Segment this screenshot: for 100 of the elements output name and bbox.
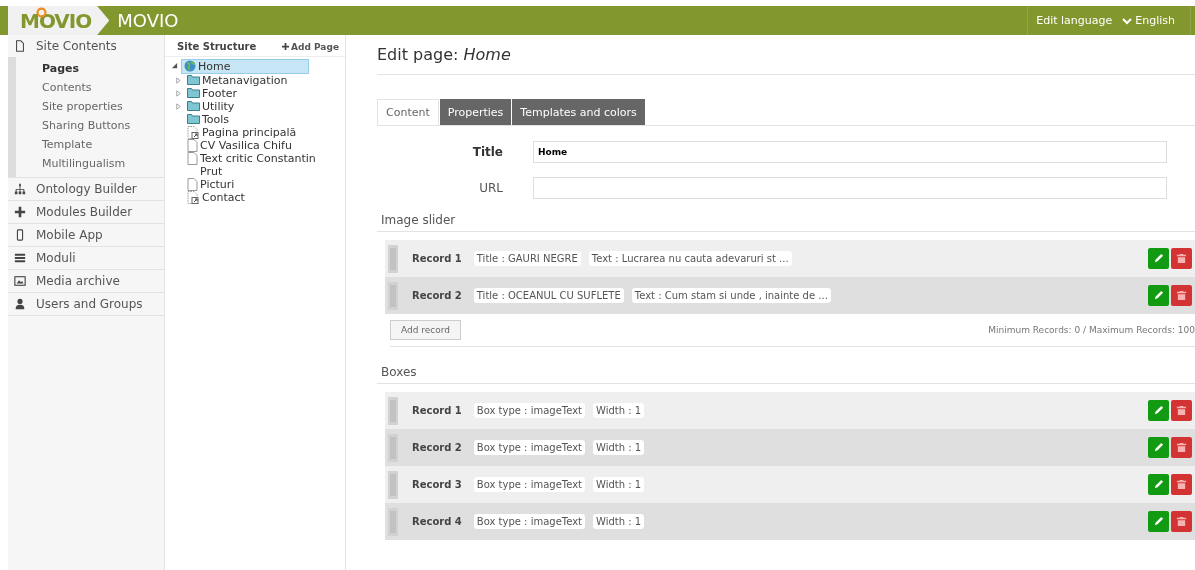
record-field-chip: Box type : imageText <box>473 477 586 492</box>
tree-item[interactable]: Pagina principală <box>185 126 299 139</box>
delete-button[interactable] <box>1171 248 1192 269</box>
delete-button[interactable] <box>1171 511 1192 532</box>
record-field-chip: Box type : imageText <box>473 440 586 455</box>
trash-icon <box>1176 405 1187 416</box>
plus-icon <box>14 206 26 218</box>
field-label: Title <box>471 145 504 159</box>
sidebar-section[interactable]: Site Contents <box>8 35 164 57</box>
record-field-chip: Width : 1 <box>593 440 645 455</box>
record-field-chip: Text : Lucrarea nu cauta adevaruri st ... <box>588 251 792 266</box>
tab[interactable]: Properties <box>439 99 512 125</box>
panel-title: Site Structure <box>177 41 257 52</box>
sidebar-section[interactable]: Ontology Builder <box>8 178 164 200</box>
tree-item[interactable]: Picturi <box>185 178 237 191</box>
page-icon <box>187 152 198 165</box>
trash-icon <box>1176 290 1187 301</box>
record-field-chip: Text : Cum stam si unde , inainte de ... <box>631 288 831 303</box>
tree-item[interactable]: Home <box>181 59 309 74</box>
record-field-chip: Width : 1 <box>593 477 645 492</box>
edit-language-label: Edit language <box>1036 14 1113 27</box>
edit-button[interactable] <box>1148 285 1169 306</box>
edit-button[interactable] <box>1148 511 1169 532</box>
expand-arrow-icon[interactable] <box>175 90 182 97</box>
text-field[interactable]: Home <box>533 141 1167 163</box>
field-label: URL <box>478 181 504 195</box>
records-limit-text: Minimum Records: 0 / Maximum Records: 100 <box>988 325 1195 335</box>
sidebar-section[interactable]: Modules Builder <box>8 201 164 223</box>
image-icon <box>14 275 26 287</box>
drag-handle-icon[interactable] <box>388 396 398 425</box>
record-label: Record 1 <box>412 405 462 416</box>
record-field-chip: Title : GAURI NEGRE <box>473 251 581 266</box>
section-title: Boxes <box>377 365 1195 384</box>
sidebar-item[interactable]: Pages <box>16 59 80 78</box>
linked-page-icon <box>187 126 200 139</box>
record-label: Record 2 <box>412 442 462 453</box>
sidebar-item[interactable]: Site properties <box>16 97 123 116</box>
trash-icon <box>1176 516 1187 527</box>
add-record-button[interactable]: Add record <box>390 320 462 340</box>
page-icon <box>187 178 198 191</box>
record-field-chip: Box type : imageText <box>473 403 586 418</box>
sidebar-section[interactable]: Mobile App <box>8 224 164 246</box>
drag-handle-icon[interactable] <box>388 507 398 536</box>
tree-item[interactable]: Text critic Constantin Prut <box>185 152 329 178</box>
tree-item[interactable]: Contact <box>185 191 247 204</box>
delete-button[interactable] <box>1171 400 1192 421</box>
tab[interactable]: Templates and colors <box>512 99 645 125</box>
tab[interactable]: Content <box>377 99 439 125</box>
page-icon <box>187 139 198 152</box>
drag-handle-icon[interactable] <box>388 281 398 310</box>
sidebar-section[interactable]: Users and Groups <box>8 293 164 315</box>
sidebar-item[interactable]: Contents <box>16 78 92 97</box>
sidebar-section[interactable]: Media archive <box>8 270 164 292</box>
tree-item[interactable]: Metanavigation <box>185 74 290 87</box>
expand-arrow-icon[interactable] <box>175 77 182 84</box>
drag-handle-icon[interactable] <box>388 470 398 499</box>
record-label: Record 3 <box>412 479 462 490</box>
pencil-icon <box>1153 442 1164 453</box>
chevron-down-icon <box>1122 16 1133 25</box>
record-field-chip: Box type : imageText <box>473 514 586 529</box>
section-title: Image slider <box>377 213 1195 232</box>
tree-item[interactable]: Utility <box>185 100 237 113</box>
list-icon <box>14 252 26 264</box>
folder-icon <box>187 87 200 98</box>
record-field-chip: Title : OCEANUL CU SUFLETE <box>473 288 624 303</box>
linked-page-icon <box>187 191 200 204</box>
pencil-icon <box>1153 516 1164 527</box>
folder-icon <box>187 100 200 111</box>
expand-arrow-icon[interactable] <box>175 103 182 110</box>
trash-icon <box>1176 479 1187 490</box>
drag-handle-icon[interactable] <box>388 433 398 462</box>
tree-item[interactable]: Tools <box>185 113 232 126</box>
tree-item[interactable]: CV Vasilica Chifu <box>185 139 294 152</box>
page-heading: Edit page: Home <box>377 35 1195 75</box>
delete-button[interactable] <box>1171 474 1192 495</box>
sidebar-item[interactable]: Sharing Buttons <box>16 116 131 135</box>
text-field[interactable] <box>533 177 1167 199</box>
delete-button[interactable] <box>1171 285 1192 306</box>
sidebar-item[interactable]: Template <box>16 135 93 154</box>
tree-item[interactable]: Footer <box>185 87 239 100</box>
record-label: Record 2 <box>412 290 462 301</box>
edit-button[interactable] <box>1148 400 1169 421</box>
record-label: Record 1 <box>412 253 462 264</box>
pencil-icon <box>1153 290 1164 301</box>
record-label: Record 4 <box>412 516 462 527</box>
collapse-arrow-icon[interactable] <box>171 62 178 69</box>
edit-button[interactable] <box>1148 437 1169 458</box>
sidebar-item[interactable]: Multilingualism <box>16 154 126 173</box>
folder-icon <box>187 113 200 124</box>
pencil-icon <box>1153 479 1164 490</box>
add-page-button[interactable]: Add Page <box>282 41 339 52</box>
edit-button[interactable] <box>1148 248 1169 269</box>
record-field-chip: Width : 1 <box>593 403 645 418</box>
sidebar-section[interactable]: Moduli <box>8 247 164 269</box>
sitemap-icon <box>14 183 26 195</box>
delete-button[interactable] <box>1171 437 1192 458</box>
record-field-chip: Width : 1 <box>593 514 645 529</box>
trash-icon <box>1176 253 1187 264</box>
drag-handle-icon[interactable] <box>388 244 398 273</box>
edit-button[interactable] <box>1148 474 1169 495</box>
